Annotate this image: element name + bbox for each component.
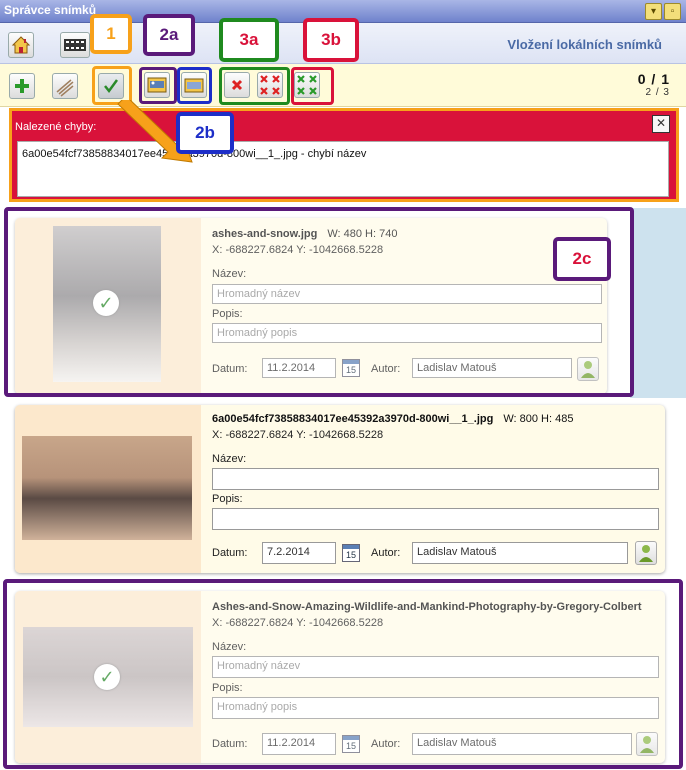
- annotation-badge-3b: 3b: [303, 18, 359, 62]
- annotation-frame-2b: [177, 67, 212, 104]
- calendar-icon[interactable]: 15: [342, 544, 360, 562]
- user-icon: [639, 545, 653, 562]
- annotation-frame-2c-bottom: [3, 579, 683, 769]
- error-title: Nalezené chyby:: [15, 121, 97, 133]
- home-icon: [11, 36, 31, 54]
- date-field[interactable]: 7.2.2014: [262, 542, 336, 564]
- thumbnail-cell: [15, 405, 201, 573]
- counter-main: 0 / 1: [637, 71, 670, 87]
- counter-sub: 2 / 3: [645, 87, 670, 98]
- annotation-badge-1: 1: [90, 14, 132, 54]
- chevron-down-icon: ▾: [650, 6, 657, 17]
- date-label: Datum:: [212, 547, 248, 559]
- image-filename: 6a00e54fcf73858834017ee45392a3970d-800wi…: [212, 413, 573, 425]
- annotation-badge-2a: 2a: [143, 14, 195, 56]
- window-title: Správce snímků: [4, 3, 97, 17]
- filename-text: 6a00e54fcf73858834017ee45392a3970d-800wi…: [212, 413, 494, 425]
- pick-author-button[interactable]: [635, 541, 657, 565]
- image-coordinates: X: -688227.6824 Y: -1042668.5228: [212, 429, 384, 441]
- minimize-button[interactable]: ▾: [645, 3, 662, 20]
- annotation-frame-2c-top: [4, 207, 634, 397]
- filmstrip-icon: [64, 39, 86, 51]
- edit-icon: [56, 79, 74, 97]
- plus-icon: [15, 79, 29, 93]
- annotation-badge-2c: 2c: [553, 237, 611, 281]
- page-heading: Vložení lokálních snímků: [507, 37, 662, 52]
- image-counter: 0 / 1 2 / 3: [638, 71, 670, 98]
- author-field[interactable]: Ladislav Matouš: [412, 542, 628, 564]
- author-label: Autor:: [371, 547, 401, 559]
- close-icon: ✕: [655, 116, 667, 130]
- name-label: Název:: [212, 453, 247, 465]
- maximize-icon: ▫: [670, 6, 675, 17]
- image-dimensions: W: 800 H: 485: [503, 413, 574, 425]
- image-card[interactable]: 6a00e54fcf73858834017ee45392a3970d-800wi…: [15, 405, 665, 573]
- maximize-button[interactable]: ▫: [664, 3, 681, 20]
- home-button[interactable]: [8, 32, 34, 58]
- annotation-badge-2b: 2b: [176, 112, 234, 154]
- annotation-frame-2a: [139, 67, 177, 104]
- add-image-button[interactable]: [9, 73, 35, 99]
- name-field[interactable]: [212, 468, 659, 490]
- annotation-badge-3a: 3a: [219, 18, 279, 62]
- image-thumbnail[interactable]: [22, 436, 192, 540]
- desc-field[interactable]: [212, 508, 659, 530]
- edit-button[interactable]: [52, 73, 78, 99]
- filmstrip-button[interactable]: [60, 32, 90, 58]
- annotation-frame-3b: [291, 67, 334, 105]
- selection-highlight: [630, 208, 686, 398]
- desc-label: Popis:: [212, 493, 243, 505]
- close-error-button[interactable]: ✕: [652, 115, 670, 133]
